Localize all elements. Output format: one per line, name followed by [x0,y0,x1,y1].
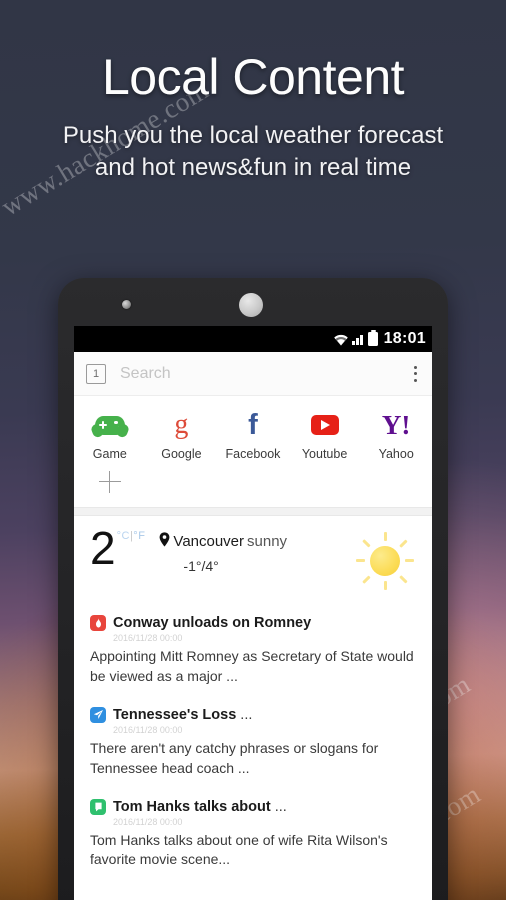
yahoo-glyph: Y! [381,409,411,440]
grid-spacer [217,471,289,493]
status-bar: 18:01 [74,326,432,352]
browser-search-bar[interactable]: 1 Search [74,352,432,396]
unit-celsius[interactable]: °C [117,530,130,542]
shortcut-label: Youtube [301,447,348,461]
shortcut-grid: Game g Google f Facebook Youtube Y! Yaho… [74,396,432,465]
news-title: Tennessee's Loss ... [113,706,253,723]
news-title: Tom Hanks talks about ... [113,798,287,815]
news-item[interactable]: Conway unloads on Romney 2016/11/28 00:0… [90,606,416,698]
facebook-f-icon: f [233,410,273,440]
subtitle-line-2: and hot news&fun in real time [94,153,412,181]
grid-spacer [146,471,218,493]
front-camera-icon [122,300,131,309]
search-input[interactable]: Search [120,365,404,383]
phone-mockup: 18:01 1 Search Game g Google f Facebook … [58,278,448,900]
sun-icon [354,532,416,590]
shortcut-game[interactable]: Game [74,410,146,461]
grid-spacer [289,471,361,493]
weather-range: -1°/4° [183,558,219,574]
news-timestamp: 2016/11/28 00:00 [113,633,183,643]
status-bar-clock: 18:01 [383,330,426,347]
earpiece-speaker-icon [239,293,263,317]
phone-screen: 18:01 1 Search Game g Google f Facebook … [74,326,432,900]
google-g-glyph: g [174,409,189,440]
weather-location: Vancouver [173,533,245,550]
news-item[interactable]: Tennessee's Loss ... 2016/11/28 00:00 Th… [90,698,416,790]
paper-plane-icon [90,706,106,723]
shortcut-yahoo[interactable]: Y! Yahoo [360,410,432,461]
weather-temperature: 2 [90,522,116,574]
weather-temperature-block: 2 °C|°F [90,522,146,574]
subtitle-line-1: Push you the local weather forecast [62,122,444,149]
shortcut-label: Game [92,447,127,461]
gamepad-icon [90,410,130,440]
battery-icon [367,329,378,346]
overflow-menu-icon[interactable] [404,361,426,387]
news-title: Conway unloads on Romney [113,615,312,631]
news-header: Tom Hanks talks about ... [90,798,416,815]
tab-counter-button[interactable]: 1 [86,363,106,384]
weather-widget[interactable]: 2 °C|°F Vancouver sunny -1°/4° [74,516,432,606]
add-shortcut-button[interactable] [74,471,146,493]
temperature-unit-toggle[interactable]: °C|°F [117,530,146,542]
shortcut-label: Facebook [225,447,281,461]
shortcut-youtube[interactable]: Youtube [289,410,361,461]
news-header: Tennessee's Loss ... [90,706,416,723]
weather-details: Vancouver sunny -1°/4° [159,528,354,574]
google-g-icon: g [161,410,201,440]
signal-bars-icon [352,333,363,345]
news-timestamp: 2016/11/28 00:00 [113,816,183,827]
page-title: Local Content [101,49,405,105]
shortcut-google[interactable]: g Google [146,410,218,462]
wifi-icon [333,333,349,346]
unit-fahrenheit[interactable]: °F [133,530,145,542]
youtube-icon [305,410,345,440]
news-summary: Appointing Mitt Romney as Secretary of S… [90,648,414,684]
chat-icon [90,798,106,815]
add-shortcut-row [74,465,432,507]
news-list: Conway unloads on Romney 2016/11/28 00:0… [74,606,432,882]
shortcut-label: Yahoo [378,447,414,461]
news-timestamp: 2016/11/28 00:00 [113,724,183,735]
flame-icon [90,615,106,631]
yahoo-icon: Y! [376,410,416,440]
news-summary: There aren't any catchy phrases or sloga… [90,739,379,776]
phone-bezel-top [58,278,448,326]
shortcut-label: Google [161,447,202,461]
section-divider [74,507,432,516]
weather-condition: sunny [247,533,288,550]
shortcut-facebook[interactable]: f Facebook [217,410,289,461]
plus-icon [98,471,121,493]
weather-location-row: Vancouver sunny [159,532,354,551]
news-header: Conway unloads on Romney [90,615,416,631]
news-item[interactable]: Tom Hanks talks about ... 2016/11/28 00:… [90,790,416,882]
grid-spacer [360,471,432,493]
location-pin-icon [159,532,170,551]
news-summary: Tom Hanks talks about one of wife Rita W… [90,831,388,868]
page-subtitle: Push you the local weather forecast and … [0,120,506,184]
facebook-f-glyph: f [248,408,258,441]
